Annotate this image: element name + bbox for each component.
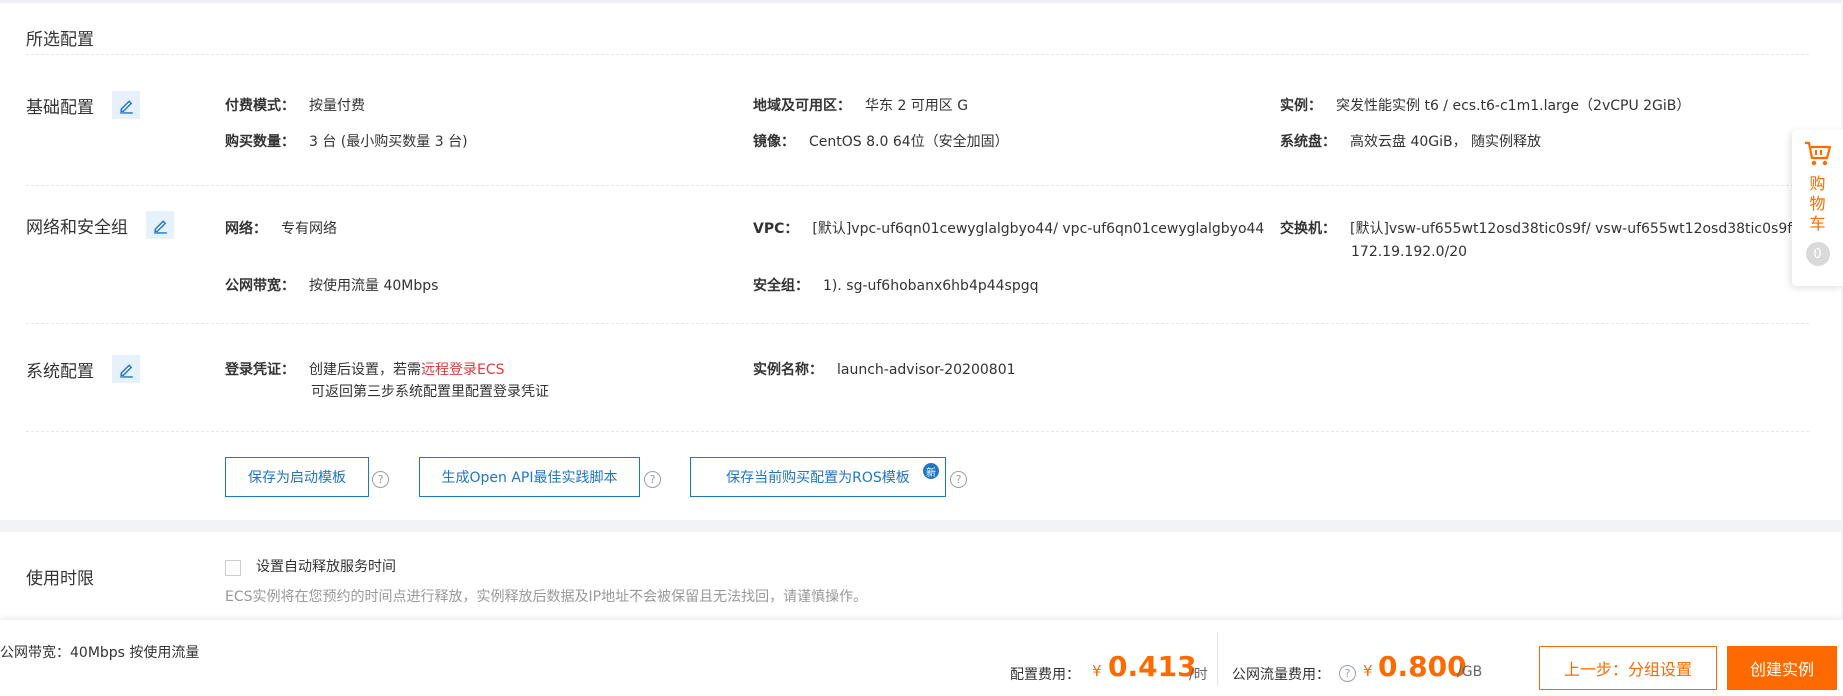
new-badge: 新 — [921, 461, 941, 481]
edit-network-button[interactable] — [146, 211, 174, 239]
field-region: 地域及可用区： 华东 2 可用区 G — [753, 98, 969, 114]
config-fee-label: 配置费用： — [1010, 667, 1080, 683]
divider — [26, 323, 1809, 324]
auto-release-label[interactable]: 设置自动释放服务时间 — [256, 556, 396, 578]
section-system-label: 系统配置 — [26, 361, 94, 382]
selected-config-panel: 所选配置 基础配置 付费模式： 按量付费 购买数量： 3 台 (最小购买数量 3 台… — [0, 0, 1841, 520]
divider — [26, 431, 1809, 432]
field-vpc: VPC： [默认]vpc-uf6qn01cewyglalgbyo44/ vpc-u… — [753, 221, 1265, 237]
field-security-group: 安全组： 1). sg-uf6hobanx6hb4p44spgq — [753, 278, 1039, 294]
bottom-bar: 公网带宽：40Mbps 按使用流量 配置费用： ¥ 0.413 /时 公网流量费… — [0, 620, 1843, 696]
currency-symbol: ¥ — [1092, 662, 1102, 680]
field-bandwidth: 公网带宽： 按使用流量 40Mbps — [225, 278, 439, 294]
traffic-price: 0.800 — [1378, 650, 1467, 683]
prev-step-button[interactable]: 上一步：分组设置 — [1539, 646, 1717, 690]
section-basic-label: 基础配置 — [26, 97, 94, 118]
config-price: 0.413 — [1108, 650, 1197, 683]
auto-release-note: ECS实例将在您预约的时间点进行释放，实例释放后数据及IP地址不会被保留且无法找… — [225, 589, 868, 605]
help-icon[interactable]: ? — [372, 471, 389, 488]
field-network: 网络： 专有网络 — [225, 221, 337, 237]
edit-icon — [119, 99, 133, 114]
section-basic: 基础配置 — [26, 91, 140, 119]
usage-period-label: 使用时限 — [26, 569, 94, 589]
field-instance: 实例： 突发性能实例 t6 / ecs.t6-c1m1.large（2vCPU 2… — [1280, 98, 1691, 114]
field-quantity: 购买数量： 3 台 (最小购买数量 3 台) — [225, 134, 468, 150]
save-launch-template-button[interactable]: 保存为启动模板 — [225, 457, 369, 497]
help-icon[interactable]: ? — [644, 471, 661, 488]
config-price-unit: /时 — [1189, 667, 1208, 683]
field-login: 登录凭证： 创建后设置，若需远程登录ECS — [225, 362, 505, 378]
auto-release-checkbox[interactable] — [225, 560, 241, 576]
currency-symbol: ¥ — [1363, 662, 1373, 680]
usage-period-panel: 使用时限 设置自动释放服务时间 ECS实例将在您预约的时间点进行释放，实例释放后… — [0, 532, 1841, 622]
field-vswitch-cidr: 172.19.192.0/20 — [1351, 244, 1468, 260]
section-system: 系统配置 — [26, 355, 140, 383]
field-billing: 付费模式： 按量付费 — [225, 98, 365, 114]
traffic-price-unit: /GB — [1457, 664, 1483, 680]
field-system-disk: 系统盘： 高效云盘 40GiB， 随实例释放 — [1280, 134, 1542, 150]
edit-system-button[interactable] — [112, 355, 140, 383]
generate-openapi-script-button[interactable]: 生成Open API最佳实践脚本 — [419, 457, 640, 497]
field-login-note: 可返回第三步系统配置里配置登录凭证 — [311, 384, 549, 400]
remote-login-link[interactable]: 远程登录ECS — [421, 362, 505, 378]
panel-title: 所选配置 — [26, 30, 94, 50]
shopping-cart[interactable]: 购物车 0 — [1792, 130, 1843, 286]
save-ros-template-button[interactable]: 保存当前购买配置为ROS模板 — [690, 457, 946, 497]
section-network: 网络和安全组 — [26, 211, 174, 239]
edit-icon — [119, 363, 133, 378]
edit-basic-button[interactable] — [112, 91, 140, 119]
help-icon[interactable]: ? — [950, 471, 967, 488]
field-vswitch: 交换机： [默认]vsw-uf655wt12osd38tic0s9f/ vsw-u… — [1280, 221, 1797, 237]
divider — [1217, 632, 1218, 686]
create-instance-button[interactable]: 创建实例 — [1727, 646, 1837, 690]
edit-icon — [153, 219, 167, 234]
traffic-fee-label: 公网流量费用： — [1232, 667, 1330, 683]
divider — [26, 54, 1809, 55]
field-image: 镜像： CentOS 8.0 64位（安全加固） — [753, 134, 1009, 150]
cart-label: 购物车 — [1809, 174, 1826, 233]
field-instance-name: 实例名称： launch-advisor-20200801 — [753, 362, 1016, 378]
divider — [26, 185, 1809, 186]
bandwidth-summary: 公网带宽：40Mbps 按使用流量 — [0, 645, 200, 661]
section-network-label: 网络和安全组 — [26, 217, 128, 238]
cart-icon — [1804, 141, 1831, 166]
help-icon[interactable]: ? — [1339, 665, 1356, 682]
cart-count-badge: 0 — [1805, 242, 1830, 266]
